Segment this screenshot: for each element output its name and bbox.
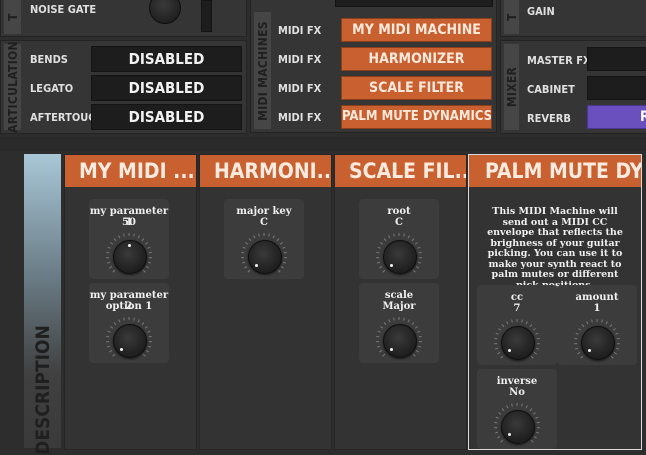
knob-label: major key — [224, 206, 304, 217]
knob-dial[interactable] — [113, 240, 147, 274]
knob-cc[interactable]: cc 7 — [477, 285, 557, 365]
knob-label: amount — [557, 292, 637, 303]
noise-gate-knob[interactable] — [149, 0, 181, 24]
noise-gate-meter — [201, 0, 212, 32]
knob-label: inverse — [477, 376, 557, 387]
midi-fx-slot-2-button[interactable]: HARMONIZER — [341, 47, 492, 71]
knob-label: root — [359, 206, 439, 217]
description-strip: DESCRIPTION — [24, 154, 61, 448]
midi-fx-slot-1-button[interactable]: MY MIDI MACHINE — [341, 18, 492, 42]
legato-toggle[interactable]: DISABLED — [91, 75, 242, 101]
knob-value: C — [224, 217, 304, 228]
machine-slot-palm-mute-dynamics: PALM MUTE DY... This MIDI Machine will s… — [468, 154, 642, 450]
knob-value: 50 — [89, 217, 169, 228]
knob-amount[interactable]: amount 1 — [557, 285, 637, 365]
mixer-panel: MIXER MASTER FX CABINET REVERB R — [500, 40, 646, 134]
knob-dial[interactable] — [383, 324, 417, 358]
articulation-panel: ARTICULATION BENDS DISABLED LEGATO DISAB… — [0, 40, 247, 134]
reverb-button[interactable]: R — [587, 105, 646, 129]
knob-label: cc — [477, 292, 557, 303]
top-left-section-tab: T — [4, 0, 21, 34]
articulation-tab: ARTICULATION — [4, 44, 21, 130]
midi-fx-slot-4-button[interactable]: PALM MUTE DYNAMICS — [341, 105, 492, 129]
machine-description: This MIDI Machine will send out a MIDI C… — [479, 207, 631, 291]
knob-value: Major — [359, 301, 439, 312]
knob-value: 7 — [477, 303, 557, 314]
machine-slot-my-midi-machine: MY MIDI ... my parameter 1 50 my paramet… — [64, 154, 197, 450]
midi-fx-slot-3-button[interactable]: SCALE FILTER — [341, 76, 492, 100]
section-separator — [0, 137, 646, 151]
knob-dial[interactable] — [248, 240, 282, 274]
machine-title[interactable]: MY MIDI ... — [65, 155, 196, 187]
knob-root[interactable]: root C — [359, 199, 439, 279]
knob-dial[interactable] — [581, 326, 615, 360]
midi-fx-label-2: MIDI FX — [278, 53, 321, 66]
mixer-tab: MIXER — [504, 44, 519, 130]
midi-fx-label-3: MIDI FX — [278, 82, 321, 95]
machine-title[interactable]: HARMONI... — [200, 155, 331, 187]
knob-major-key[interactable]: major key C — [224, 199, 304, 279]
knob-scale[interactable]: scale Major — [359, 283, 439, 363]
cabinet-slot[interactable] — [587, 76, 646, 100]
knob-dial[interactable] — [383, 240, 417, 274]
machine-slot-harmonizer: HARMONI... major key C — [199, 154, 332, 450]
knob-my-parameter-1[interactable]: my parameter 1 50 — [89, 199, 169, 279]
top-left-panel: T NOISE GATE — [0, 0, 247, 37]
machine-slot-scale-filter: SCALE FIL... root C scale Major — [334, 154, 467, 450]
knob-value: 1 — [557, 303, 637, 314]
knob-dial[interactable] — [113, 324, 147, 358]
knob-value: No — [477, 387, 557, 398]
bends-toggle[interactable]: DISABLED — [91, 46, 242, 72]
top-right-panel: T GAIN — [500, 0, 646, 37]
machine-title[interactable]: SCALE FIL... — [335, 155, 466, 187]
knob-dial[interactable] — [501, 410, 535, 444]
top-right-section-tab: T — [504, 0, 519, 34]
knob-inverse[interactable]: inverse No — [477, 369, 557, 449]
cabinet-label: CABINET — [527, 83, 575, 96]
midi-fx-label-4: MIDI FX — [278, 111, 321, 124]
midi-machines-panel: MIDI MACHINES MIDI FX MY MIDI MACHINE MI… — [250, 0, 497, 133]
noise-gate-label: NOISE GATE — [30, 3, 96, 16]
midi-machines-top-strip — [335, 0, 493, 7]
gain-label: GAIN — [527, 5, 555, 18]
midi-machines-tab: MIDI MACHINES — [254, 12, 271, 129]
master-fx-slot[interactable] — [587, 47, 646, 71]
machine-title[interactable]: PALM MUTE DY... — [469, 155, 641, 187]
knob-label: scale — [359, 290, 439, 301]
knob-my-parameter-2[interactable]: my parameter 2 option 1 — [89, 283, 169, 363]
knob-value: C — [359, 217, 439, 228]
knob-value: option 1 — [89, 301, 169, 312]
reverb-label: REVERB — [527, 112, 571, 125]
knob-dial[interactable] — [501, 326, 535, 360]
articulation-label-bends: BENDS — [30, 53, 68, 66]
description-tab-label: DESCRIPTION — [32, 325, 54, 455]
aftertouch-toggle[interactable]: DISABLED — [91, 104, 242, 130]
master-fx-label: MASTER FX — [527, 54, 591, 67]
articulation-label-legato: LEGATO — [30, 82, 73, 95]
midi-fx-label-1: MIDI FX — [278, 24, 321, 37]
